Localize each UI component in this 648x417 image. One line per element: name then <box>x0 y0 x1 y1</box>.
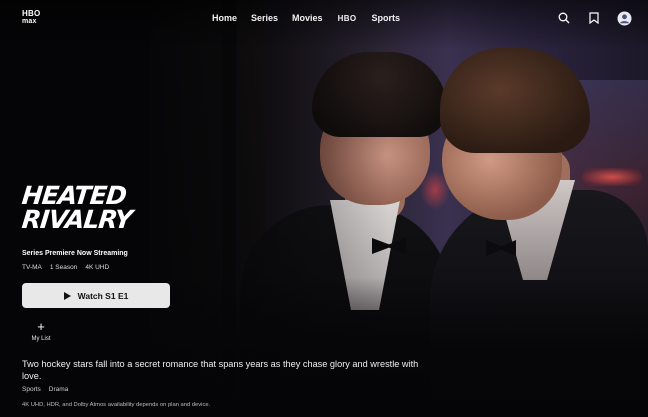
season-count: 1 Season <box>49 264 78 271</box>
search-icon[interactable] <box>556 10 572 26</box>
bookmark-icon[interactable] <box>586 10 602 26</box>
profile-icon[interactable] <box>616 10 632 26</box>
genre-list: Sports Drama <box>22 386 68 393</box>
quality-badge: 4K UHD <box>85 264 110 271</box>
nav-icons <box>556 10 632 26</box>
watch-button-label: Watch S1 E1 <box>77 290 129 301</box>
my-list-label: My List <box>31 336 51 342</box>
nav-series[interactable]: Series <box>251 12 278 26</box>
play-icon <box>63 291 71 300</box>
availability-note: 4K UHD, HDR, and Dolby Atmos availabilit… <box>22 402 211 408</box>
nav-home[interactable]: Home <box>212 12 237 26</box>
nav-sports[interactable]: Sports <box>372 12 401 26</box>
watch-button[interactable]: Watch S1 E1 <box>22 283 170 308</box>
nav-links: Home Series Movies HBO Sports <box>212 12 400 26</box>
show-title-art: HEATED RIVALRY <box>20 181 134 234</box>
nav-movies[interactable]: Movies <box>292 12 323 26</box>
title-line2: RIVALRY <box>20 205 134 234</box>
my-list-button[interactable]: + My List <box>24 319 58 342</box>
nav-hbo[interactable]: HBO <box>337 12 358 26</box>
rating: TV-MA <box>22 264 42 271</box>
show-meta: TV-MA 1 Season 4K UHD <box>22 264 109 271</box>
logo-line1: HBO <box>22 9 41 18</box>
plus-icon: + <box>37 319 45 334</box>
genre-item[interactable]: Sports <box>22 386 41 393</box>
genre-item[interactable]: Drama <box>49 386 69 393</box>
hbo-max-logo[interactable]: HBO max <box>22 10 46 26</box>
premiere-label: Series Premiere Now Streaming <box>22 250 128 257</box>
show-description: Two hockey stars fall into a secret roma… <box>22 359 419 381</box>
logo-line2: max <box>22 18 37 25</box>
top-nav: HBO max Home Series Movies HBO Sports <box>0 0 648 38</box>
